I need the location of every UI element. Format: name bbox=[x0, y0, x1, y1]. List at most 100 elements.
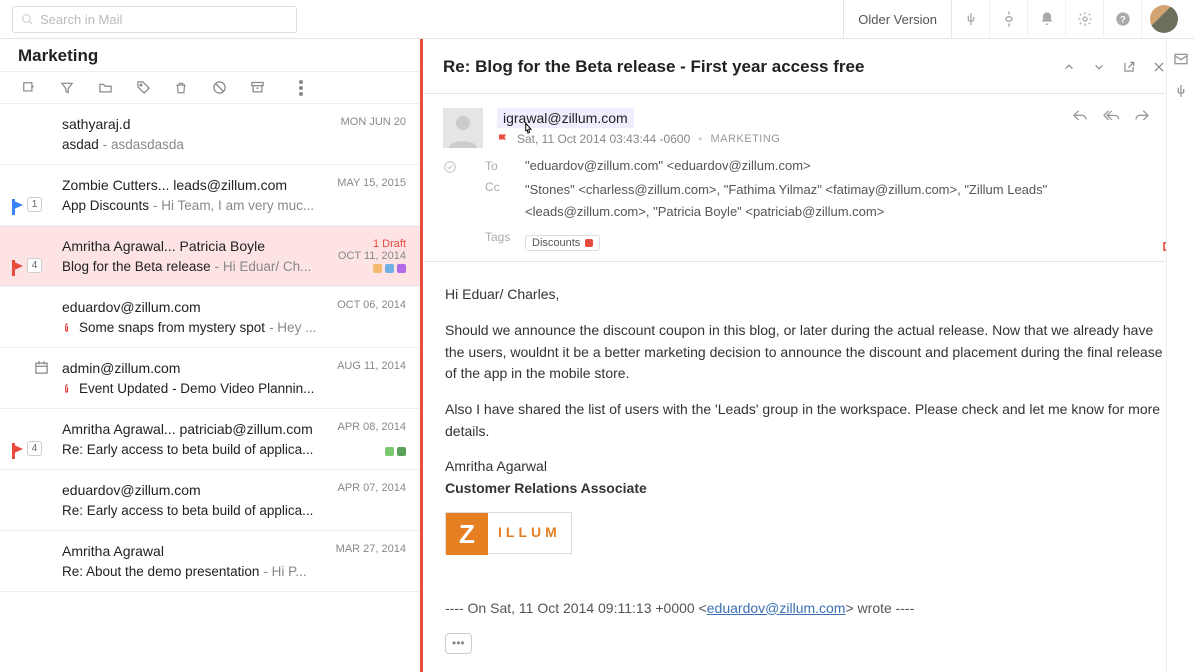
to-label: To bbox=[485, 158, 525, 173]
message-date: APR 07, 2014 bbox=[338, 482, 407, 494]
message-folder: MARKETING bbox=[710, 133, 780, 145]
quoted-header: ---- On Sat, 11 Oct 2014 09:11:13 +0000 … bbox=[445, 598, 1172, 620]
body-paragraph: Should we announce the discount coupon i… bbox=[445, 320, 1172, 385]
move-folder-icon[interactable] bbox=[94, 77, 116, 99]
filter-icon[interactable] bbox=[56, 77, 78, 99]
folder-title: Marketing bbox=[0, 39, 420, 72]
flag-column: 4 bbox=[12, 258, 42, 273]
open-window-icon[interactable] bbox=[1114, 55, 1144, 79]
flag-icon[interactable] bbox=[12, 444, 23, 454]
message-row[interactable]: OCT 06, 2014eduardov@zillum.comSome snap… bbox=[0, 287, 420, 348]
cc-recipients: "Stones" <charless@zillum.com>, "Fathima… bbox=[525, 179, 1174, 223]
signature-logo: Z ILLUM bbox=[445, 512, 572, 554]
message-preview: - asdasdasda bbox=[103, 137, 184, 152]
message-date: APR 08, 2014 bbox=[338, 421, 407, 433]
notifications-icon[interactable] bbox=[1028, 0, 1066, 39]
message-subject-row: Re: About the demo presentation - Hi P..… bbox=[62, 564, 406, 579]
body-greeting: Hi Eduar/ Charles, bbox=[445, 284, 1172, 306]
list-toolbar bbox=[0, 72, 420, 104]
calendar-icon bbox=[34, 360, 49, 375]
message-row[interactable]: 41 DraftOCT 11, 2014Amritha Agrawal... P… bbox=[0, 226, 420, 287]
reply-icon[interactable] bbox=[1072, 108, 1088, 124]
message-row[interactable]: AUG 11, 2014admin@zillum.comEvent Update… bbox=[0, 348, 420, 409]
spam-icon[interactable] bbox=[208, 77, 230, 99]
tag-chips bbox=[385, 447, 406, 456]
message-preview: - Hi Eduar/ Ch... bbox=[215, 259, 312, 274]
attachments-icon[interactable] bbox=[990, 0, 1028, 39]
user-avatar[interactable] bbox=[1150, 5, 1178, 33]
message-list-pane: Marketing MON JUN 20sathyaraj.dasdad - a… bbox=[0, 39, 423, 672]
flag-icon[interactable] bbox=[497, 133, 509, 145]
mail-panel-icon[interactable] bbox=[1173, 51, 1189, 67]
thread-count: 4 bbox=[27, 258, 42, 273]
message-date: MON JUN 20 bbox=[341, 116, 406, 128]
message-row[interactable]: MON JUN 20sathyaraj.dasdad - asdasdasda bbox=[0, 104, 420, 165]
sender-email[interactable]: igrawal@zillum.com bbox=[497, 108, 634, 128]
expand-recipients-icon[interactable] bbox=[443, 160, 457, 174]
message-date: MAY 15, 2015 bbox=[337, 177, 406, 189]
tag-pill[interactable]: Discounts bbox=[525, 235, 600, 251]
cactus-icon[interactable] bbox=[952, 0, 990, 39]
search-icon bbox=[21, 13, 34, 26]
search-input[interactable] bbox=[40, 12, 288, 27]
message-body: Hi Eduar/ Charles, Should we announce th… bbox=[423, 262, 1194, 672]
message-list: MON JUN 20sathyaraj.dasdad - asdasdasda 1… bbox=[0, 104, 420, 672]
message-date: AUG 11, 2014 bbox=[337, 360, 406, 372]
message-subject-row: Some snaps from mystery spot - Hey ... bbox=[62, 320, 406, 335]
older-version-link[interactable]: Older Version bbox=[843, 0, 952, 39]
tag-chips bbox=[373, 264, 406, 273]
message-subject: Re: Blog for the Beta release - First ye… bbox=[443, 57, 1054, 77]
cc-label: Cc bbox=[485, 179, 525, 223]
tags-label: Tags bbox=[485, 229, 525, 251]
forward-icon[interactable] bbox=[1134, 108, 1150, 124]
attachment-icon bbox=[62, 321, 73, 335]
sender-avatar bbox=[443, 108, 483, 148]
message-subject-row: Re: Early access to beta build of applic… bbox=[62, 503, 406, 518]
select-all-icon[interactable] bbox=[18, 77, 40, 99]
delete-icon[interactable] bbox=[170, 77, 192, 99]
more-icon[interactable] bbox=[290, 77, 312, 99]
signature-name: Amritha Agarwal bbox=[445, 456, 1172, 478]
right-rail bbox=[1166, 39, 1194, 672]
message-subject-row: asdad - asdasdasda bbox=[62, 137, 406, 152]
quoted-email-link[interactable]: eduardov@zillum.com bbox=[707, 600, 846, 616]
expand-quote-button[interactable]: ••• bbox=[445, 633, 472, 654]
integrations-icon[interactable] bbox=[1173, 83, 1189, 99]
message-subject-row: Event Updated - Demo Video Plannin... bbox=[62, 381, 406, 396]
message-row[interactable]: MAR 27, 2014Amritha AgrawalRe: About the… bbox=[0, 531, 420, 592]
thread-count: 4 bbox=[27, 441, 42, 456]
message-subject-row: App Discounts - Hi Team, I am very muc..… bbox=[62, 198, 406, 213]
flag-icon[interactable] bbox=[12, 200, 23, 210]
flag-column: 4 bbox=[12, 441, 42, 456]
search-box[interactable] bbox=[12, 6, 297, 33]
message-preview: - Hi P... bbox=[263, 564, 306, 579]
message-meta: igrawal@zillum.com Sat, 11 Oct 2014 03:4… bbox=[423, 94, 1194, 262]
to-recipients: "eduardov@zillum.com" <eduardov@zillum.c… bbox=[525, 158, 1174, 173]
draft-indicator: 1 Draft bbox=[338, 238, 406, 250]
thread-count: 1 bbox=[27, 197, 42, 212]
signature-title: Customer Relations Associate bbox=[445, 478, 1172, 500]
svg-text:?: ? bbox=[1120, 14, 1126, 24]
body-paragraph: Also I have shared the list of users wit… bbox=[445, 399, 1172, 442]
message-datetime: Sat, 11 Oct 2014 03:43:44 -0600 bbox=[517, 132, 690, 146]
attachment-icon bbox=[62, 382, 73, 396]
settings-icon[interactable] bbox=[1066, 0, 1104, 39]
message-actions bbox=[1072, 108, 1174, 124]
prev-message-icon[interactable] bbox=[1054, 55, 1084, 79]
message-row[interactable]: 1MAY 15, 2015Zombie Cutters... leads@zil… bbox=[0, 165, 420, 226]
message-date: OCT 06, 2014 bbox=[337, 299, 406, 311]
reply-all-icon[interactable] bbox=[1102, 108, 1120, 124]
message-preview: - Hi Team, I am very muc... bbox=[153, 198, 314, 213]
reading-header: Re: Blog for the Beta release - First ye… bbox=[423, 39, 1194, 94]
message-row[interactable]: APR 07, 2014eduardov@zillum.comRe: Early… bbox=[0, 470, 420, 531]
help-icon[interactable]: ? bbox=[1104, 0, 1142, 39]
flag-icon[interactable] bbox=[12, 261, 23, 271]
message-preview: - Hey ... bbox=[269, 320, 316, 335]
archive-icon[interactable] bbox=[246, 77, 268, 99]
tag-icon[interactable] bbox=[132, 77, 154, 99]
message-date: MAR 27, 2014 bbox=[336, 543, 406, 555]
reading-pane: Re: Blog for the Beta release - First ye… bbox=[423, 39, 1194, 672]
message-row[interactable]: 4APR 08, 2014Amritha Agrawal... patricia… bbox=[0, 409, 420, 470]
message-subject-row: Re: Early access to beta build of applic… bbox=[62, 442, 406, 457]
next-message-icon[interactable] bbox=[1084, 55, 1114, 79]
